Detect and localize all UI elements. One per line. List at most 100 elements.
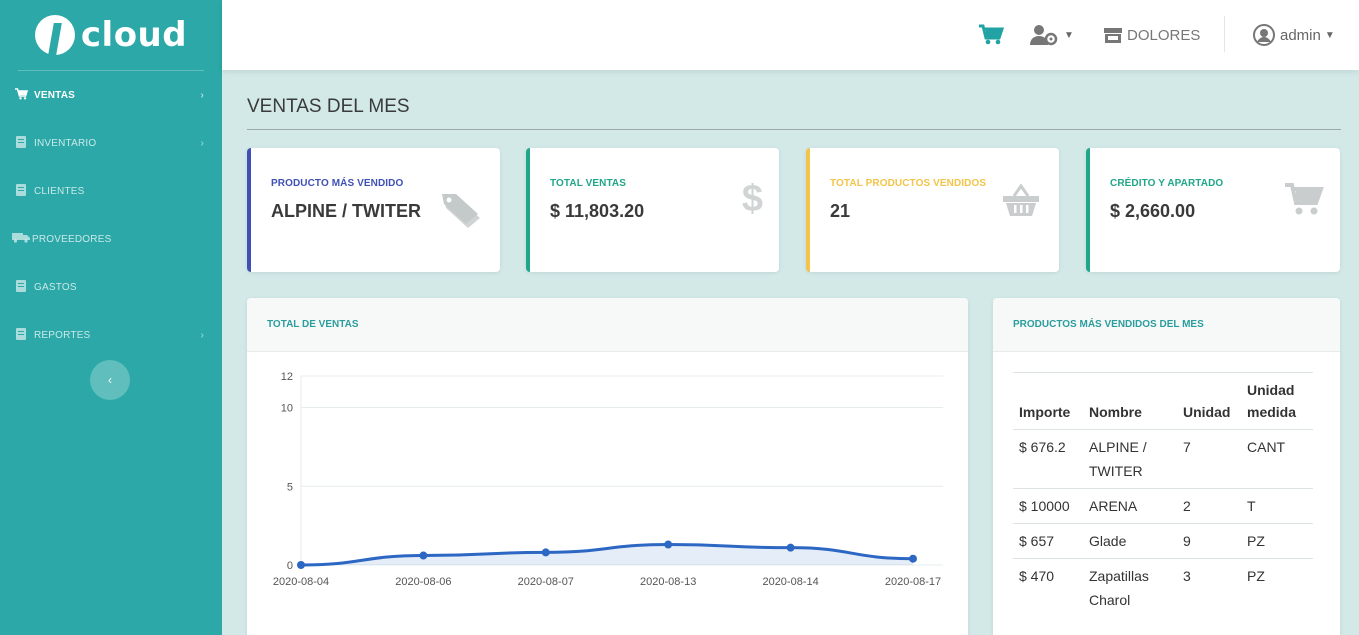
x-tick-label: 2020-08-04 (273, 576, 329, 588)
x-tick-label: 2020-08-14 (762, 576, 818, 588)
page-title: VENTAS DEL MES (247, 96, 410, 117)
sidebar-item-label: INVENTARIO (34, 137, 97, 149)
card-credit: CRÉDITO Y APARTADO $ 2,660.00 (1086, 148, 1340, 272)
sales-line-chart: 0 5 10 12 2020-08-04 2020-08-06 2020-08-07 2020… (273, 371, 943, 588)
sidebar: cloud VENTAS › INVENTARIO › CLIENTES PROVEEDO… (0, 0, 222, 635)
table-cell: $ 657 (1013, 523, 1083, 559)
chart-panel-title: TOTAL DE VENTAS (247, 298, 968, 352)
y-tick-label: 0 (287, 560, 293, 572)
brand[interactable]: cloud (0, 0, 222, 70)
x-tick-label: 2020-08-13 (640, 576, 696, 588)
table-cell: 9 (1177, 523, 1241, 559)
card-value: 21 (830, 201, 851, 221)
table-cell: ARENA (1083, 488, 1177, 524)
clipboard-icon (14, 327, 28, 343)
table-cell: T (1241, 488, 1313, 524)
card-top-product: PRODUCTO MÁS VENDIDO ALPINE / TWITER (247, 148, 500, 272)
table-cell: Glade (1083, 523, 1177, 559)
table-body: $ 676.2 ALPINE / TWITER 7 CANT $ 10000 ARENA 2… (1013, 429, 1313, 617)
brand-name: cloud (80, 15, 188, 55)
title-divider (247, 129, 1341, 130)
brand-logo-icon (34, 15, 75, 55)
address-book-icon (14, 183, 28, 199)
card-label: CRÉDITO Y APARTADO (1110, 178, 1224, 189)
column-header: Nombre (1083, 372, 1177, 430)
column-header: Unidad (1177, 372, 1241, 430)
card-total-sales: TOTAL VENTAS $ 11,803.20 $ (526, 148, 779, 272)
caret-down-icon: ▼ (1064, 29, 1074, 41)
data-point[interactable] (786, 543, 795, 552)
sidebar-item-gastos[interactable]: GASTOS (0, 263, 222, 311)
x-tick-label: 2020-08-06 (395, 576, 451, 588)
card-label: TOTAL PRODUCTOS VENDIDOS (830, 178, 987, 189)
sidebar-item-inventario[interactable]: INVENTARIO › (0, 119, 222, 167)
table-cell: 3 (1177, 558, 1241, 617)
table-panel-title: PRODUCTOS MÁS VENDIDOS DEL MES (993, 298, 1340, 352)
column-header: Unidad medida (1241, 372, 1313, 430)
sidebar-item-label: VENTAS (34, 89, 76, 101)
users-menu[interactable]: ▼ (1030, 0, 1074, 70)
sidebar-item-ventas[interactable]: VENTAS › (0, 71, 222, 119)
table-row: $ 657 Glade 9 PZ (1013, 523, 1313, 559)
top-products-table: Importe Nombre Unidad Unidad medida $ 676.2… (1013, 372, 1313, 617)
y-tick-label: 5 (287, 481, 293, 493)
table-cell: Zapatillas Charol (1083, 558, 1177, 617)
y-tick-label: 10 (281, 403, 293, 415)
chevron-left-icon: ‹ (108, 373, 112, 387)
sidebar-item-label: PROVEEDORES (32, 233, 112, 245)
dollar-icon: $ (741, 178, 763, 220)
data-point[interactable] (909, 554, 917, 563)
basket-icon (1003, 184, 1039, 216)
top-products-panel: PRODUCTOS MÁS VENDIDOS DEL MES Importe No… (993, 298, 1340, 635)
store-selector[interactable]: DOLORES (1103, 0, 1200, 70)
table-row: $ 470 Zapatillas Charol 3 PZ (1013, 558, 1313, 617)
sidebar-collapse-button[interactable]: ‹ (90, 360, 130, 400)
topbar: ▼ DOLORES admin ▼ (222, 0, 1359, 70)
chevron-right-icon: › (200, 89, 204, 101)
chevron-right-icon: › (200, 137, 204, 149)
user-label: admin (1280, 26, 1321, 44)
sidebar-nav: VENTAS › INVENTARIO › CLIENTES PROVEEDORES GAS… (0, 71, 222, 359)
x-tick-label: 2020-08-07 (518, 576, 574, 588)
sidebar-item-label: REPORTES (34, 329, 91, 341)
card-value: $ 2,660.00 (1110, 201, 1196, 221)
store-icon (1104, 28, 1122, 43)
sidebar-item-label: GASTOS (34, 281, 77, 293)
table-cell: CANT (1241, 429, 1313, 489)
table-cell: PZ (1241, 558, 1313, 617)
data-point[interactable] (664, 540, 673, 549)
column-header: Importe (1013, 372, 1083, 430)
sales-chart-panel: TOTAL DE VENTAS 0 5 10 12 2020-08-04 2020-08-… (247, 298, 968, 635)
table-cell: 2 (1177, 488, 1241, 524)
data-point[interactable] (419, 551, 428, 560)
card-label: TOTAL VENTAS (550, 178, 627, 189)
tags-icon (442, 194, 480, 228)
truck-icon (12, 232, 30, 246)
user-cog-icon (1030, 25, 1058, 46)
data-point[interactable] (541, 548, 550, 557)
user-circle-icon (1253, 24, 1275, 46)
table-cell: $ 676.2 (1013, 429, 1083, 489)
cart-icon (979, 24, 1004, 45)
table-row: $ 10000 ARENA 2 T (1013, 488, 1313, 524)
topbar-divider (1224, 16, 1225, 52)
caret-down-icon: ▼ (1324, 29, 1335, 41)
table-cell: PZ (1241, 523, 1313, 559)
table-row: $ 676.2 ALPINE / TWITER 7 CANT (1013, 429, 1313, 489)
user-menu[interactable]: admin ▼ (1253, 0, 1335, 70)
store-label: DOLORES (1127, 26, 1201, 44)
card-value: $ 11,803.20 (550, 201, 645, 221)
sidebar-item-label: CLIENTES (34, 185, 85, 197)
data-point[interactable] (297, 561, 305, 569)
card-label: PRODUCTO MÁS VENDIDO (271, 178, 404, 189)
x-tick-label: 2020-08-17 (885, 576, 941, 588)
chevron-right-icon: › (200, 329, 204, 341)
card-value: ALPINE / TWITER (271, 201, 421, 221)
sidebar-item-clientes[interactable]: CLIENTES (0, 167, 222, 215)
clipboard-icon (14, 135, 28, 151)
cart-button[interactable] (978, 0, 1004, 70)
sidebar-item-proveedores[interactable]: PROVEEDORES (0, 215, 222, 263)
sidebar-item-reportes[interactable]: REPORTES › (0, 311, 222, 359)
table-header-row: Importe Nombre Unidad Unidad medida (1013, 372, 1313, 430)
cart-icon (1285, 183, 1324, 215)
